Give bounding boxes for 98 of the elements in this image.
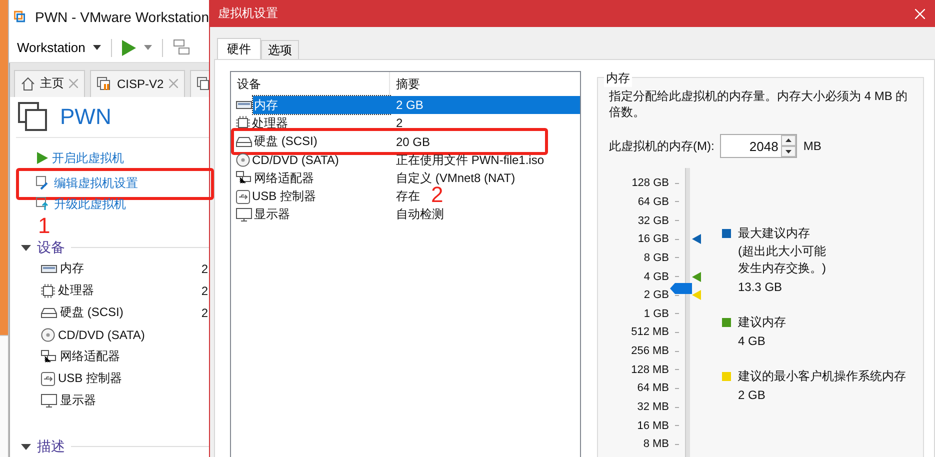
- monitor-icon: [41, 394, 57, 408]
- section-title: 描述: [37, 438, 65, 456]
- device-name[interactable]: 处理器: [58, 282, 198, 300]
- tick-label: 256 MB: [631, 345, 669, 358]
- legend-value: 13.3 GB: [738, 280, 784, 294]
- workstation-menu[interactable]: Workstation: [17, 40, 102, 56]
- tick-label: 4 GB: [644, 270, 669, 283]
- play-icon: [122, 40, 136, 56]
- usb-icon: [41, 372, 55, 386]
- device-name[interactable]: 网络适配器: [253, 170, 317, 187]
- tick-label: 512 MB: [631, 326, 669, 338]
- tick-label: 8 GB: [644, 252, 669, 264]
- network-icon: [236, 171, 252, 186]
- column-header[interactable]: 摘要: [390, 72, 580, 96]
- play-icon: [36, 152, 48, 164]
- device-value: 2: [201, 262, 208, 276]
- unit-label: MB: [803, 139, 822, 153]
- command-link[interactable]: 开启此虚拟机: [16, 150, 124, 167]
- device-name[interactable]: 硬盘 (SCSI): [60, 304, 198, 322]
- group-title: 内存: [604, 70, 632, 87]
- tick-label: 64 MB: [637, 382, 669, 394]
- tick-label: 8 MB: [643, 438, 669, 450]
- device-name[interactable]: 硬盘 (SCSI): [253, 133, 320, 150]
- tab[interactable]: 硬件: [217, 38, 261, 59]
- close-icon: [915, 8, 925, 18]
- annotation-number: 2: [431, 184, 444, 206]
- field-label: 此虚拟机的内存(M):: [609, 138, 714, 154]
- vm-icon: [18, 102, 48, 132]
- annotation-number: 1: [38, 214, 50, 237]
- chip-icon: [41, 284, 55, 298]
- tick-label: 32 MB: [637, 401, 669, 413]
- device-name[interactable]: CD/DVD (SATA): [251, 153, 342, 168]
- device-name[interactable]: 显示器: [60, 392, 209, 410]
- chip-icon: [236, 116, 250, 130]
- tick-label: 2 GB: [644, 289, 669, 302]
- tick-label: 16 GB: [638, 233, 669, 246]
- tick-label: 128 MB: [631, 364, 669, 376]
- tick-label: 32 GB: [638, 214, 669, 227]
- device-value: 2: [201, 284, 208, 298]
- tab-label: 主页: [40, 75, 64, 92]
- table-cell-text: 自定义 (VMnet8 (NAT): [395, 170, 516, 186]
- tick-label: 16 MB: [637, 420, 669, 432]
- device-name[interactable]: 内存: [60, 260, 198, 278]
- table-cell-text: 20 GB: [395, 134, 432, 151]
- command-link[interactable]: 升级此虚拟机: [16, 196, 126, 213]
- caret-icon: [93, 45, 102, 50]
- table-cell: 2 GB: [390, 96, 580, 114]
- table-cell-text: 2: [395, 115, 404, 132]
- table-cell-text: 自动检测: [395, 206, 445, 224]
- vm-icon: [196, 76, 209, 91]
- device-name[interactable]: CD/DVD (SATA): [58, 328, 209, 342]
- device-name[interactable]: 内存: [253, 96, 390, 114]
- window-title: PWN - VMware Workstation: [35, 8, 209, 25]
- tab[interactable]: [190, 70, 210, 97]
- tab[interactable]: 选项: [261, 40, 299, 59]
- network-icon[interactable]: [173, 38, 192, 57]
- legend-label: 建议的最小客户机操作系统内存: [738, 368, 906, 385]
- section-title: 设备: [37, 238, 65, 257]
- network-icon: [41, 350, 57, 364]
- legend-label: 建议内存: [738, 314, 786, 331]
- tab[interactable]: CISP-V2: [90, 70, 185, 97]
- legend-note: (超出此大小可能发生内存交换。): [738, 243, 827, 277]
- memory-icon: [236, 99, 252, 112]
- description-text: 指定分配给此虚拟机的内存量。内存大小必须为 4 MB 的倍数。: [609, 88, 909, 120]
- legend-value: 2 GB: [738, 388, 766, 402]
- slider-thumb[interactable]: [670, 282, 692, 294]
- tick-label: 128 GB: [632, 177, 669, 190]
- disc-icon: [236, 153, 250, 168]
- paused-vm-icon: [97, 76, 112, 91]
- disc-icon: [41, 328, 55, 342]
- memory-icon: [41, 262, 57, 275]
- device-name[interactable]: USB 控制器: [58, 370, 209, 388]
- device-name[interactable]: USB 控制器: [251, 188, 320, 206]
- memory-input[interactable]: 2048: [720, 134, 798, 158]
- upgrade-icon: [36, 197, 50, 212]
- caret-icon: [144, 45, 152, 50]
- vm-name: PWN: [60, 104, 112, 130]
- table-cell-text: 正在使用文件 PWN-file1.iso: [395, 152, 546, 169]
- tab-label: CISP-V2: [117, 76, 164, 91]
- tick-label: 64 GB: [638, 196, 669, 208]
- device-value: 2: [201, 306, 208, 320]
- wrench-icon: [36, 176, 50, 190]
- dialog-title: 虚拟机设置: [218, 5, 278, 22]
- device-name[interactable]: 显示器: [253, 206, 293, 224]
- device-name[interactable]: 网络适配器: [60, 348, 209, 366]
- monitor-icon: [236, 208, 252, 222]
- home-icon: [21, 76, 35, 91]
- expand-caret-icon[interactable]: [21, 244, 31, 251]
- legend-label: 最大建议内存: [738, 225, 810, 242]
- device-name[interactable]: 处理器: [251, 114, 291, 132]
- power-on-button[interactable]: [122, 40, 152, 56]
- command-link[interactable]: 编辑虚拟机设置: [16, 174, 138, 192]
- tick-label: 1 GB: [644, 308, 669, 320]
- usb-icon: [236, 190, 250, 204]
- table-cell-text: 存在: [395, 188, 421, 206]
- tab[interactable]: 主页: [14, 70, 85, 97]
- expand-caret-icon[interactable]: [21, 444, 31, 450]
- legend-value: 4 GB: [738, 334, 766, 348]
